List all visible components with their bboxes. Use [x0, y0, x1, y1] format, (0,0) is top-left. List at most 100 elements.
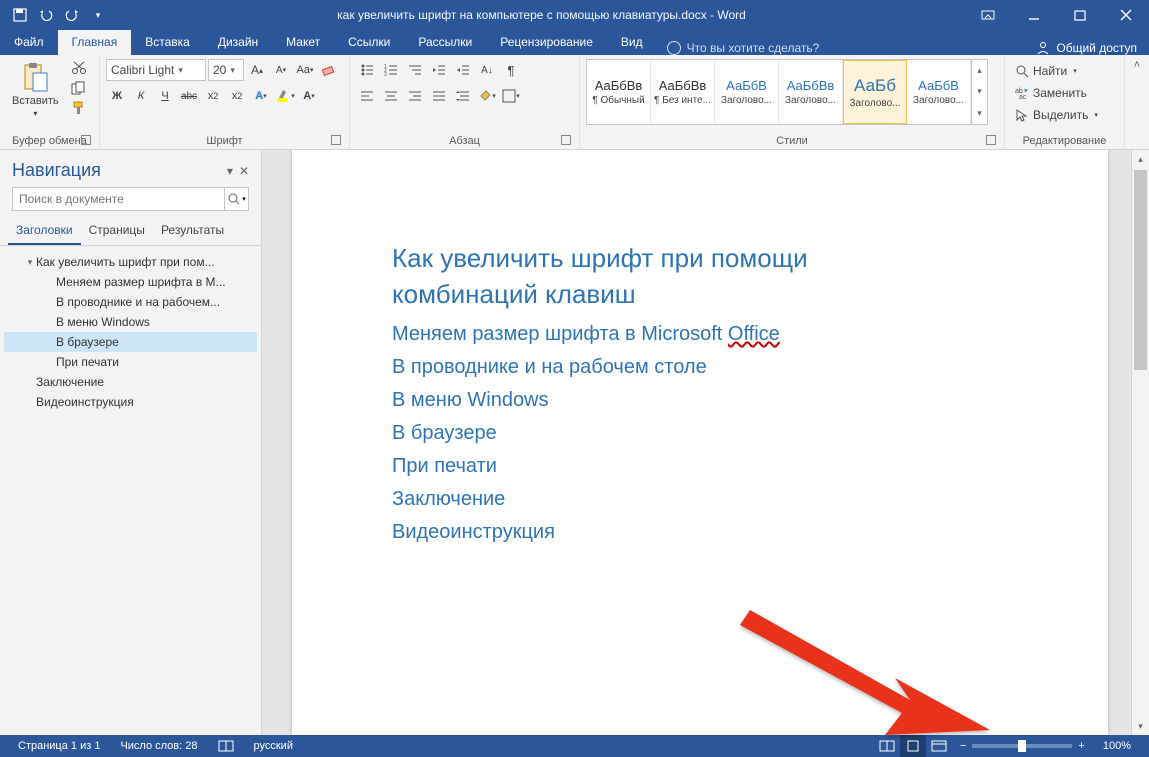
show-marks-button[interactable]: ¶ [500, 59, 522, 81]
paste-button[interactable]: Вставить ▾ [6, 59, 65, 120]
replace-button[interactable]: abacЗаменить [1015, 83, 1098, 103]
increase-indent-button[interactable] [452, 59, 474, 81]
redo-icon[interactable] [60, 3, 84, 27]
style-heading3[interactable]: АаБбЗаголово... [843, 60, 907, 124]
nav-tab-pages[interactable]: Страницы [81, 217, 153, 245]
italic-button[interactable]: К [130, 85, 152, 107]
bold-button[interactable]: Ж [106, 85, 128, 107]
align-left-button[interactable] [356, 85, 378, 107]
search-input[interactable] [13, 188, 224, 210]
tab-mailings[interactable]: Рассылки [404, 30, 486, 55]
save-icon[interactable] [8, 3, 32, 27]
vertical-scrollbar[interactable]: ▴ ▾ [1131, 150, 1149, 735]
strikethrough-button[interactable]: abc [178, 85, 200, 107]
status-page[interactable]: Страница 1 из 1 [8, 740, 110, 752]
multilevel-list-button[interactable] [404, 59, 426, 81]
tab-review[interactable]: Рецензирование [486, 30, 607, 55]
nav-node[interactable]: В проводнике и на рабочем... [4, 292, 257, 312]
nav-node[interactable]: ▾Как увеличить шрифт при пом... [4, 252, 257, 272]
clipboard-launcher[interactable] [81, 135, 91, 145]
paragraph-launcher[interactable] [561, 135, 571, 145]
zoom-in-button[interactable]: + [1078, 740, 1084, 752]
font-name-combo[interactable]: Calibri Light▾ [106, 59, 206, 81]
underline-button[interactable]: Ч [154, 85, 176, 107]
numbering-button[interactable]: 123 [380, 59, 402, 81]
view-web-layout[interactable] [926, 735, 952, 757]
style-heading1[interactable]: АаБбВЗаголово... [715, 60, 779, 124]
zoom-level[interactable]: 100% [1093, 740, 1141, 752]
tell-me[interactable]: Что вы хотите сделать? [657, 41, 1025, 55]
zoom-slider[interactable] [972, 744, 1072, 748]
nav-tab-results[interactable]: Результаты [153, 217, 232, 245]
align-right-button[interactable] [404, 85, 426, 107]
nav-menu-button[interactable]: ▾ [227, 164, 233, 178]
cut-button[interactable] [69, 59, 89, 77]
styles-expand[interactable]: ▾ [972, 103, 987, 124]
nav-node[interactable]: Видеоинструкция [4, 392, 257, 412]
search-button[interactable]: ▾ [224, 188, 248, 210]
tab-insert[interactable]: Вставка [131, 30, 204, 55]
align-center-button[interactable] [380, 85, 402, 107]
status-language[interactable]: русский [244, 740, 303, 752]
qat-customize-icon[interactable]: ▾ [86, 3, 110, 27]
tab-design[interactable]: Дизайн [204, 30, 272, 55]
tab-home[interactable]: Главная [58, 30, 132, 55]
decrease-indent-button[interactable] [428, 59, 450, 81]
styles-gallery[interactable]: АаБбВв¶ Обычный АаБбВв¶ Без инте... АаБб… [586, 59, 988, 125]
font-size-combo[interactable]: 20▾ [208, 59, 244, 81]
justify-button[interactable] [428, 85, 450, 107]
format-painter-button[interactable] [69, 99, 89, 117]
nav-node[interactable]: Меняем размер шрифта в M... [4, 272, 257, 292]
nav-node[interactable]: При печати [4, 352, 257, 372]
nav-tab-headings[interactable]: Заголовки [8, 217, 81, 245]
status-proofing[interactable] [208, 739, 244, 753]
tab-layout[interactable]: Макет [272, 30, 334, 55]
collapse-ribbon-button[interactable]: ˄ [1125, 55, 1149, 149]
font-launcher[interactable] [331, 135, 341, 145]
share-button[interactable]: Общий доступ [1024, 41, 1149, 55]
nav-node[interactable]: В меню Windows [4, 312, 257, 332]
minimize-icon[interactable] [1011, 0, 1057, 30]
scroll-thumb[interactable] [1134, 170, 1147, 370]
nav-node[interactable]: Заключение [4, 372, 257, 392]
clear-formatting-button[interactable] [318, 59, 340, 81]
highlight-button[interactable]: ▾ [274, 85, 296, 107]
nav-close-button[interactable]: ✕ [239, 164, 249, 178]
scroll-up-icon[interactable]: ▴ [1132, 150, 1149, 168]
styles-scroll-down[interactable]: ▾ [972, 81, 987, 102]
grow-font-button[interactable]: A▴ [246, 59, 268, 81]
tab-references[interactable]: Ссылки [334, 30, 404, 55]
style-normal[interactable]: АаБбВв¶ Обычный [587, 60, 651, 124]
tab-file[interactable]: Файл [0, 30, 58, 55]
zoom-out-button[interactable]: − [960, 740, 966, 752]
copy-button[interactable] [69, 79, 89, 97]
font-color-button[interactable]: A▾ [298, 85, 320, 107]
borders-button[interactable]: ▾ [500, 85, 522, 107]
page[interactable]: Как увеличить шрифт при помощикомбинаций… [292, 150, 1108, 735]
zoom-knob[interactable] [1018, 740, 1026, 752]
styles-scroll-up[interactable]: ▴ [972, 60, 987, 81]
ribbon-options-icon[interactable] [965, 0, 1011, 30]
line-spacing-button[interactable] [452, 85, 474, 107]
shrink-font-button[interactable]: A▾ [270, 59, 292, 81]
change-case-button[interactable]: Aa▾ [294, 59, 316, 81]
find-button[interactable]: Найти▾ [1015, 61, 1098, 81]
view-print-layout[interactable] [900, 735, 926, 757]
subscript-button[interactable]: x2 [202, 85, 224, 107]
styles-launcher[interactable] [986, 135, 996, 145]
status-words[interactable]: Число слов: 28 [110, 740, 207, 752]
select-button[interactable]: Выделить▾ [1015, 105, 1098, 125]
view-read-mode[interactable] [874, 735, 900, 757]
style-heading4[interactable]: АаБбВЗаголово... [907, 60, 971, 124]
nav-node-selected[interactable]: В браузере [4, 332, 257, 352]
style-no-spacing[interactable]: АаБбВв¶ Без инте... [651, 60, 715, 124]
close-icon[interactable] [1103, 0, 1149, 30]
text-effects-button[interactable]: A▾ [250, 85, 272, 107]
style-heading2[interactable]: АаБбВвЗаголово... [779, 60, 843, 124]
bullets-button[interactable] [356, 59, 378, 81]
maximize-icon[interactable] [1057, 0, 1103, 30]
sort-button[interactable]: A↓ [476, 59, 498, 81]
superscript-button[interactable]: x2 [226, 85, 248, 107]
scroll-down-icon[interactable]: ▾ [1132, 717, 1149, 735]
tab-view[interactable]: Вид [607, 30, 657, 55]
